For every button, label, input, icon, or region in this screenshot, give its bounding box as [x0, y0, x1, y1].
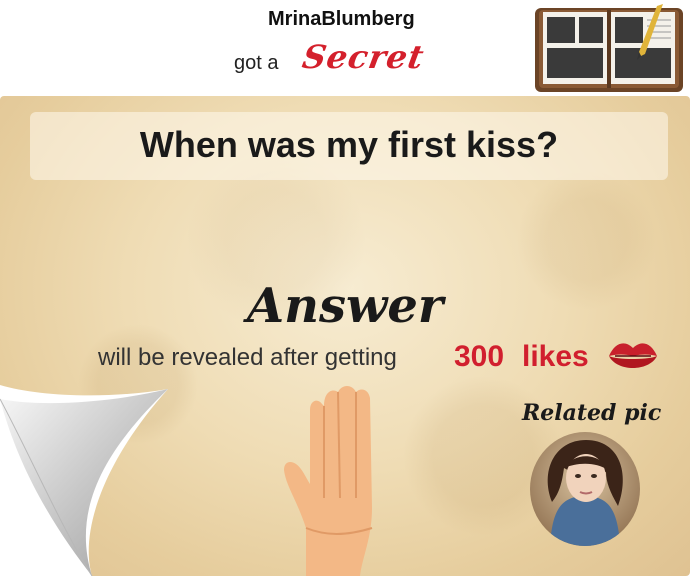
- reveal-text: will be revealed after getting: [98, 344, 397, 371]
- hand-icon: [284, 386, 373, 576]
- related-pic-label: Related pic: [522, 400, 662, 426]
- page-curl: [0, 385, 168, 576]
- question-text: When was my first kiss?: [139, 124, 559, 165]
- answer-heading: Answer: [246, 278, 444, 334]
- profile-photo[interactable]: [530, 432, 640, 546]
- notebook-icon: [535, 4, 683, 92]
- likes-label: likes: [522, 340, 589, 373]
- username[interactable]: MrinaBlumberg: [268, 8, 415, 31]
- secret-label: Secret: [299, 38, 428, 76]
- lips-icon: [609, 343, 657, 368]
- likes-count: 300: [454, 340, 505, 373]
- got-a-label: got a: [234, 52, 279, 74]
